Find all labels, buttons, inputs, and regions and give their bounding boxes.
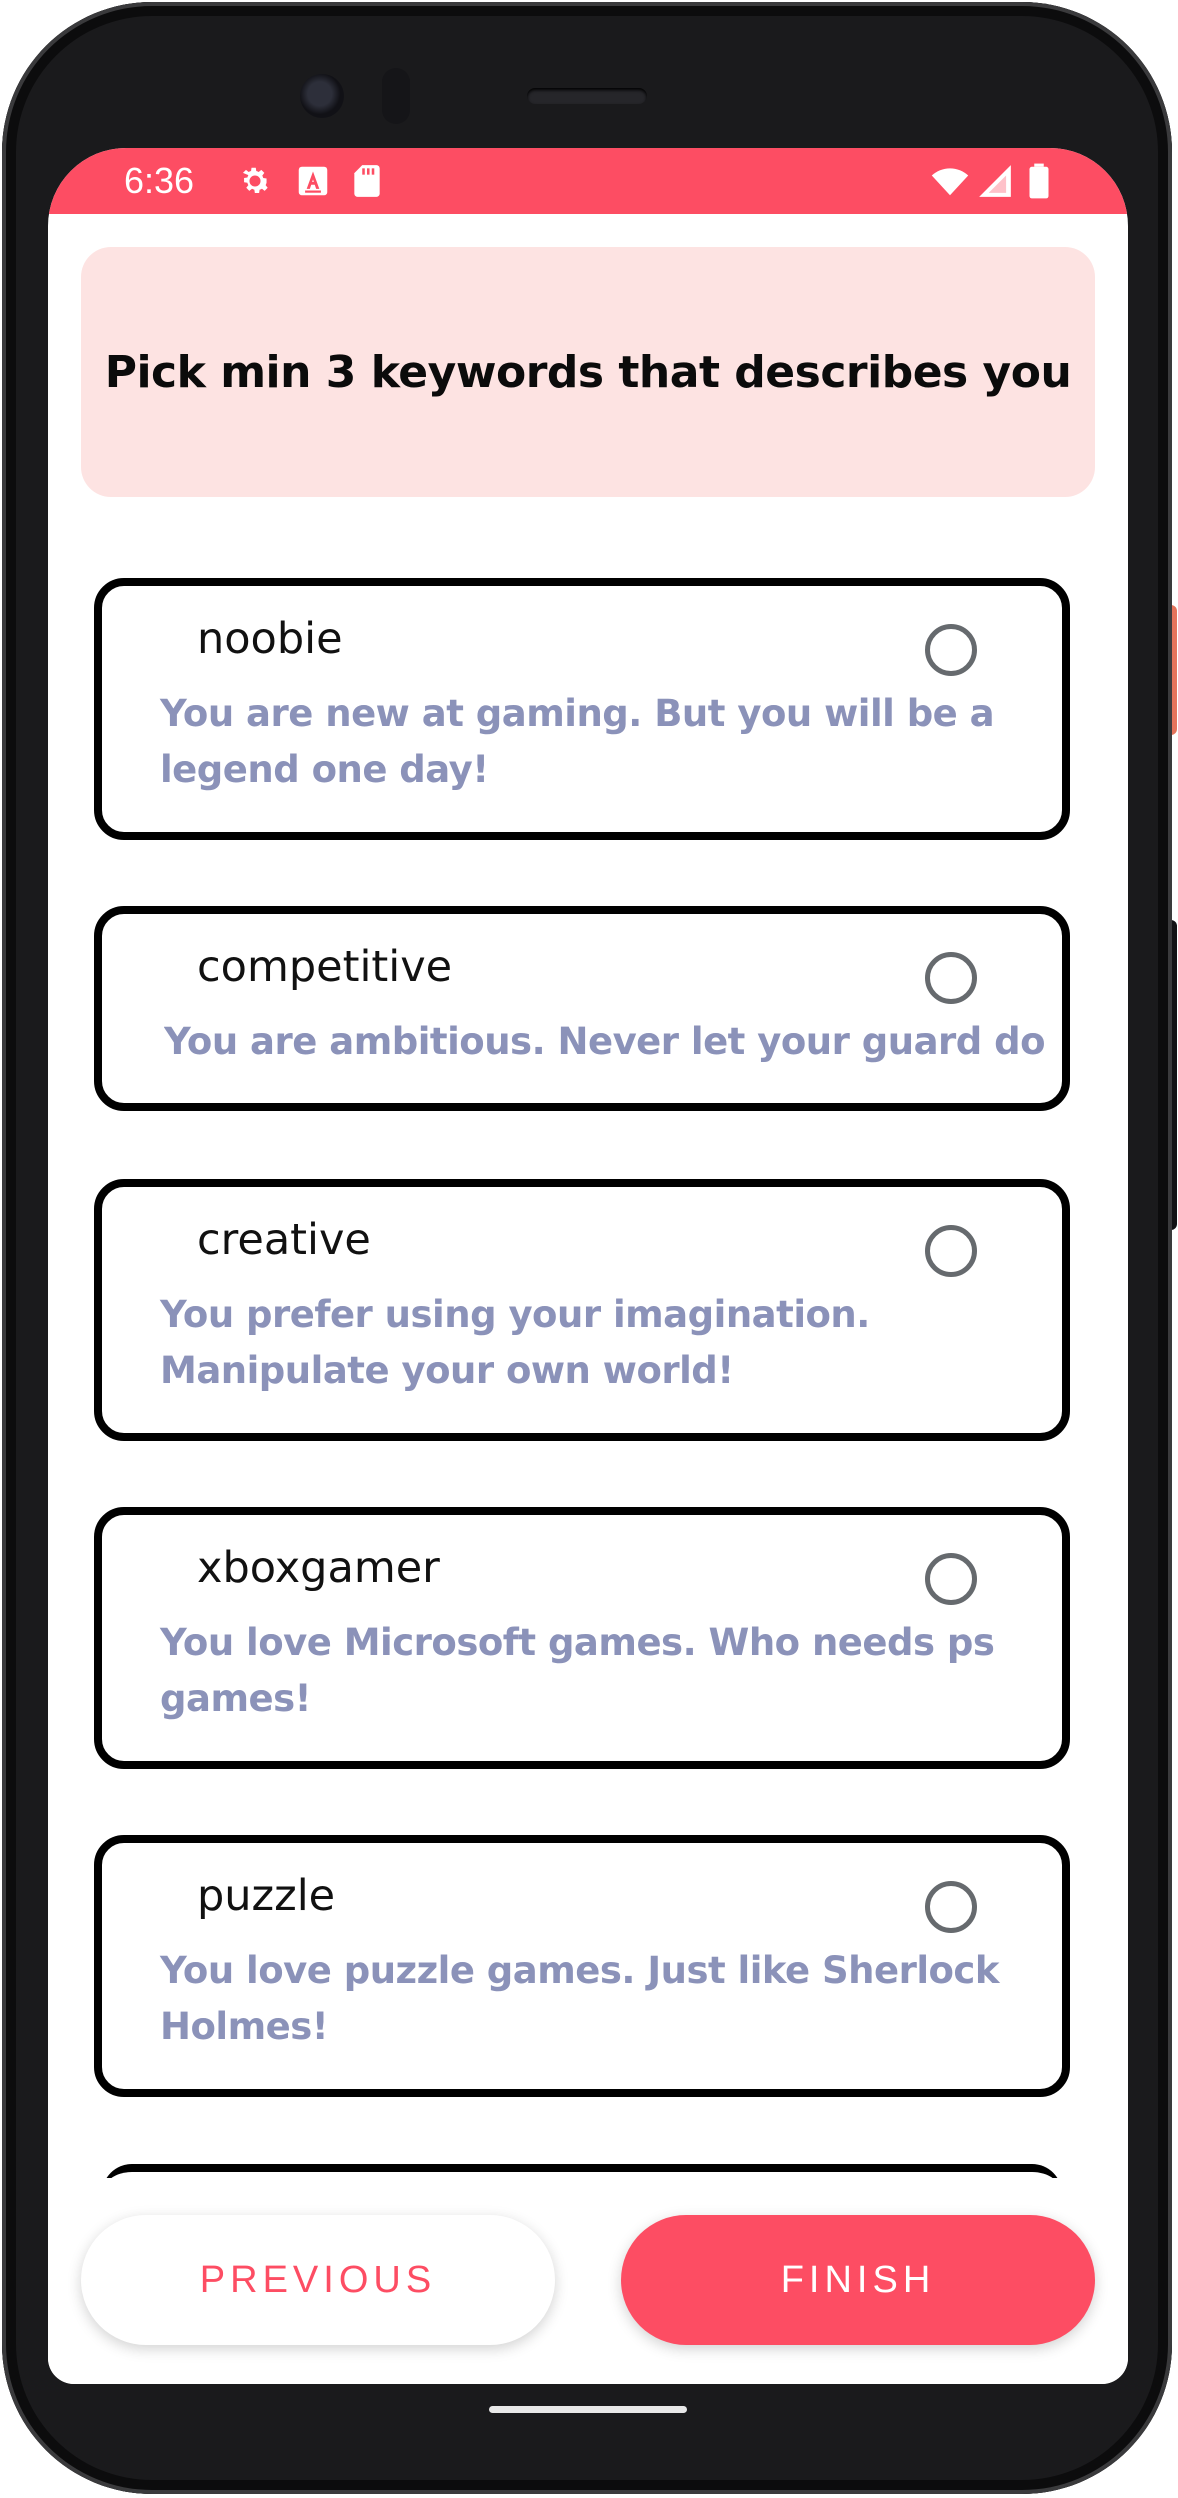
instruction-banner: Pick min 3 keywords that describes you (81, 247, 1095, 497)
option-title: puzzle (197, 1871, 336, 1921)
option-card-creative[interactable]: creative You prefer using your imaginati… (94, 1179, 1070, 1441)
radio-button[interactable] (925, 952, 977, 1004)
wifi-icon (931, 168, 969, 196)
earpiece-speaker (527, 88, 647, 104)
option-description: You are ambitious. Never let your guard … (164, 1020, 1044, 1063)
option-card-noobie[interactable]: noobie You are new at gaming. But you wi… (94, 578, 1070, 840)
front-camera (300, 74, 344, 118)
option-card-puzzle[interactable]: puzzle You love puzzle games. Just like … (94, 1835, 1070, 2097)
gear-icon (242, 167, 270, 194)
option-description: You prefer using your imagination. Manip… (160, 1293, 870, 1392)
phone-frame: 6:36 Pick min 3 keywords that describes … (2, 2, 1172, 2494)
sd-card-icon (354, 165, 380, 197)
radio-button[interactable] (925, 1225, 977, 1277)
option-title: noobie (197, 614, 343, 664)
option-title: creative (197, 1215, 371, 1265)
status-time: 6:36 (124, 160, 195, 201)
status-bar: 6:36 (48, 148, 1128, 214)
option-card-competitive[interactable]: competitive You are ambitious. Never let… (94, 906, 1070, 1111)
radio-button[interactable] (925, 624, 977, 676)
finish-button[interactable]: FINISH (621, 2215, 1095, 2345)
option-description: You love Microsoft games. Who needs ps g… (160, 1621, 995, 1720)
option-title: competitive (197, 942, 453, 992)
home-indicator[interactable] (489, 2406, 687, 2413)
font-a-icon (298, 166, 328, 196)
radio-button[interactable] (925, 1553, 977, 1605)
proximity-sensor (382, 68, 410, 124)
battery-icon (1029, 163, 1049, 199)
previous-button[interactable]: PREVIOUS (81, 2215, 555, 2345)
option-description: You are new at gaming. But you will be a… (160, 692, 995, 791)
option-description: You love puzzle games. Just like Sherloc… (160, 1949, 999, 2048)
option-title: xboxgamer (197, 1543, 440, 1593)
page-title: Pick min 3 keywords that describes you (104, 346, 1072, 398)
app-screen: 6:36 Pick min 3 keywords that describes … (48, 148, 1128, 2384)
signal-icon (979, 165, 1011, 197)
option-card-xboxgamer[interactable]: xboxgamer You love Microsoft games. Who … (94, 1507, 1070, 1769)
radio-button[interactable] (925, 1881, 977, 1933)
